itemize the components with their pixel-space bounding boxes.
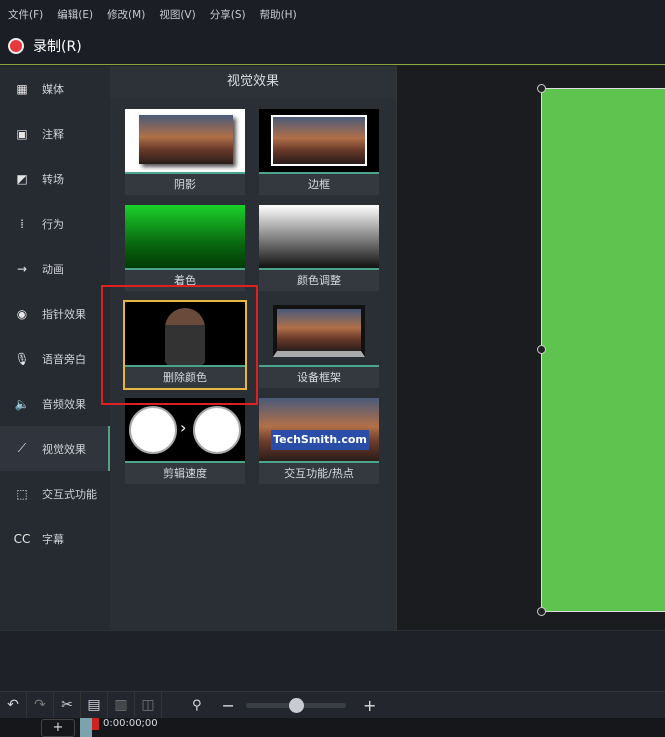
zoom-slider-knob[interactable]: [289, 698, 304, 713]
green-canvas[interactable]: [537, 84, 665, 616]
record-bar: 录制(R): [0, 28, 665, 65]
menu-share[interactable]: 分享(S): [210, 7, 246, 22]
effect-label: 阴影: [125, 172, 245, 195]
record-label: 录制(R): [33, 39, 82, 55]
cursor-icon: ◉: [16, 306, 28, 321]
menu-edit[interactable]: 编辑(E): [57, 7, 93, 22]
resize-handle[interactable]: [537, 84, 546, 93]
cc-icon: CC: [13, 531, 31, 546]
sidebar-item-film[interactable]: ▦ 媒体: [0, 66, 110, 111]
sidebar-item-label: 指针效果: [42, 307, 86, 321]
cut-icon[interactable]: ✂: [54, 691, 81, 719]
magic-wand-icon: ⟋: [17, 441, 27, 455]
sidebar-item-transition[interactable]: ◩ 转场: [0, 156, 110, 201]
zoom-search-icon[interactable]: ⚲: [192, 698, 202, 713]
sidebar-item-label: 语音旁白: [42, 352, 86, 366]
highlight-box: [101, 285, 258, 405]
sidebar-item-label: 行为: [42, 217, 64, 231]
effect-card[interactable]: 阴影: [125, 109, 245, 195]
microphone-icon: 🎙: [14, 351, 30, 366]
sidebar-item-cc[interactable]: CC 字幕: [0, 516, 110, 561]
menu-bar: 文件(F) 编辑(E) 修改(M) 视图(V) 分享(S) 帮助(H): [0, 0, 665, 28]
effect-thumbnail: [259, 302, 379, 365]
paste-icon[interactable]: ▥: [108, 691, 135, 719]
effect-card[interactable]: 设备框架: [259, 302, 379, 388]
sidebar-item-microphone[interactable]: 🎙 语音旁白: [0, 336, 110, 381]
sidebar-item-label: 媒体: [42, 82, 64, 96]
film-icon: ▦: [16, 81, 28, 96]
effect-card[interactable]: 颜色调整: [259, 205, 379, 291]
sidebar-item-magic-wand[interactable]: ⟋ 视觉效果: [0, 426, 110, 471]
record-button[interactable]: 录制(R): [8, 36, 82, 56]
split-icon[interactable]: ◫: [135, 691, 162, 719]
sidebar-item-label: 字幕: [42, 532, 64, 546]
timecode: 0:00:00;00: [103, 718, 158, 729]
sidebar-item-label: 视觉效果: [42, 442, 86, 456]
animation-icon: →: [16, 261, 28, 276]
playhead[interactable]: [92, 718, 99, 730]
menu-help[interactable]: 帮助(H): [260, 7, 297, 22]
effect-label: 边框: [259, 172, 379, 195]
menu-view[interactable]: 视图(V): [159, 7, 195, 22]
speaker-icon: 🔈: [14, 396, 30, 411]
sidebar-item-cursor[interactable]: ◉ 指针效果: [0, 291, 110, 336]
timeline: +: [0, 718, 665, 737]
effect-thumbnail: [259, 109, 379, 172]
sidebar-item-annotation[interactable]: ▣ 注释: [0, 111, 110, 156]
add-track-button[interactable]: +: [41, 719, 75, 737]
resize-handle[interactable]: [537, 345, 546, 354]
interactive-icon: ⬚: [16, 486, 28, 501]
zoom-in-icon[interactable]: +: [363, 696, 376, 715]
record-icon: [8, 38, 24, 54]
redo-icon[interactable]: ↷: [27, 691, 54, 719]
sidebar-item-speaker[interactable]: 🔈 音频效果: [0, 381, 110, 426]
effect-thumbnail: ›: [125, 398, 245, 461]
menu-file[interactable]: 文件(F): [8, 7, 43, 22]
hotspot-button: TechSmith.com: [271, 430, 369, 450]
sidebar-item-label: 注释: [42, 127, 64, 141]
annotation-icon: ▣: [16, 126, 28, 141]
sidebar-item-label: 音频效果: [42, 397, 86, 411]
resize-handle[interactable]: [537, 607, 546, 616]
behavior-icon: ⁞: [20, 216, 24, 231]
undo-icon[interactable]: ↶: [0, 691, 27, 719]
zoom-out-icon[interactable]: −: [222, 696, 235, 715]
sidebar-item-label: 动画: [42, 262, 64, 276]
sidebar-item-animation[interactable]: → 动画: [0, 246, 110, 291]
effect-thumbnail: [259, 205, 379, 268]
sidebar-item-label: 交互式功能: [42, 487, 97, 501]
copy-icon[interactable]: ▤: [81, 691, 108, 719]
sidebar-item-interactive[interactable]: ⬚ 交互式功能: [0, 471, 110, 516]
sidebar-item-behavior[interactable]: ⁞ 行为: [0, 201, 110, 246]
sidebar: ▦ 媒体 ▣ 注释 ◩ 转场 ⁞ 行为 → 动画 ◉ 指针效果 🎙 语音旁白 🔈 音频效果 ⟋ 视觉效果 ⬚ 交互式功…: [0, 66, 110, 630]
panel-title: 视觉效果: [110, 66, 396, 98]
effect-thumbnail: TechSmith.com: [259, 398, 379, 461]
effect-card[interactable]: 边框: [259, 109, 379, 195]
effect-label: 交互功能/热点: [259, 461, 379, 484]
effect-label: 设备框架: [259, 365, 379, 388]
effect-label: 颜色调整: [259, 268, 379, 291]
effect-thumbnail: [125, 109, 245, 172]
playhead-start[interactable]: [80, 718, 92, 737]
transition-icon: ◩: [16, 171, 28, 186]
zoom-slider[interactable]: [246, 698, 346, 713]
effect-label: 剪辑速度: [125, 461, 245, 484]
sidebar-item-label: 转场: [42, 172, 64, 186]
properties-area: [0, 630, 665, 691]
effect-thumbnail: [125, 205, 245, 268]
effect-card[interactable]: › 剪辑速度: [125, 398, 245, 484]
menu-modify[interactable]: 修改(M): [107, 7, 145, 22]
effect-card[interactable]: TechSmith.com 交互功能/热点: [259, 398, 379, 484]
effect-card[interactable]: 着色: [125, 205, 245, 291]
